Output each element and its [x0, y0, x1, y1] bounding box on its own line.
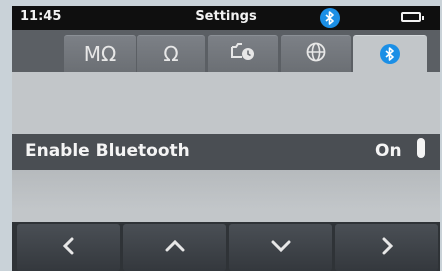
status-bar: 11:45 Settings — [12, 6, 440, 30]
setting-label: Enable Bluetooth — [25, 141, 190, 161]
tab-label: Ω — [163, 42, 179, 66]
tab-language[interactable] — [281, 35, 351, 72]
bluetooth-icon — [380, 44, 400, 64]
battery-icon — [401, 12, 424, 22]
toggle-indicator[interactable] — [417, 138, 425, 158]
tab-continuity[interactable]: Ω — [137, 35, 205, 72]
down-softkey[interactable] — [229, 224, 332, 271]
tab-bar: MΩ Ω — [12, 30, 440, 72]
setting-value: On — [375, 141, 402, 161]
chevron-down-icon — [271, 238, 291, 257]
device-screen: 11:45 Settings MΩ Ω Enable Bluetooth On — [12, 6, 440, 271]
tab-bluetooth[interactable] — [353, 35, 427, 72]
timer-clock-icon — [230, 42, 256, 66]
chevron-right-icon — [380, 237, 394, 259]
up-softkey[interactable] — [123, 224, 226, 271]
tab-label: MΩ — [83, 42, 117, 66]
bluetooth-icon — [320, 8, 340, 28]
left-softkey[interactable] — [17, 224, 120, 271]
screen-title: Settings — [195, 9, 257, 24]
softkey-bar — [12, 222, 440, 271]
settings-content: Enable Bluetooth On — [12, 72, 440, 222]
right-softkey[interactable] — [335, 224, 438, 271]
setting-row-enable-bluetooth[interactable]: Enable Bluetooth On — [12, 134, 440, 170]
globe-icon — [305, 41, 327, 67]
tab-insulation-resistance[interactable]: MΩ — [64, 35, 136, 72]
divider — [12, 170, 440, 210]
chevron-up-icon — [165, 238, 185, 257]
tab-timer[interactable] — [208, 35, 278, 72]
chevron-left-icon — [62, 237, 76, 259]
